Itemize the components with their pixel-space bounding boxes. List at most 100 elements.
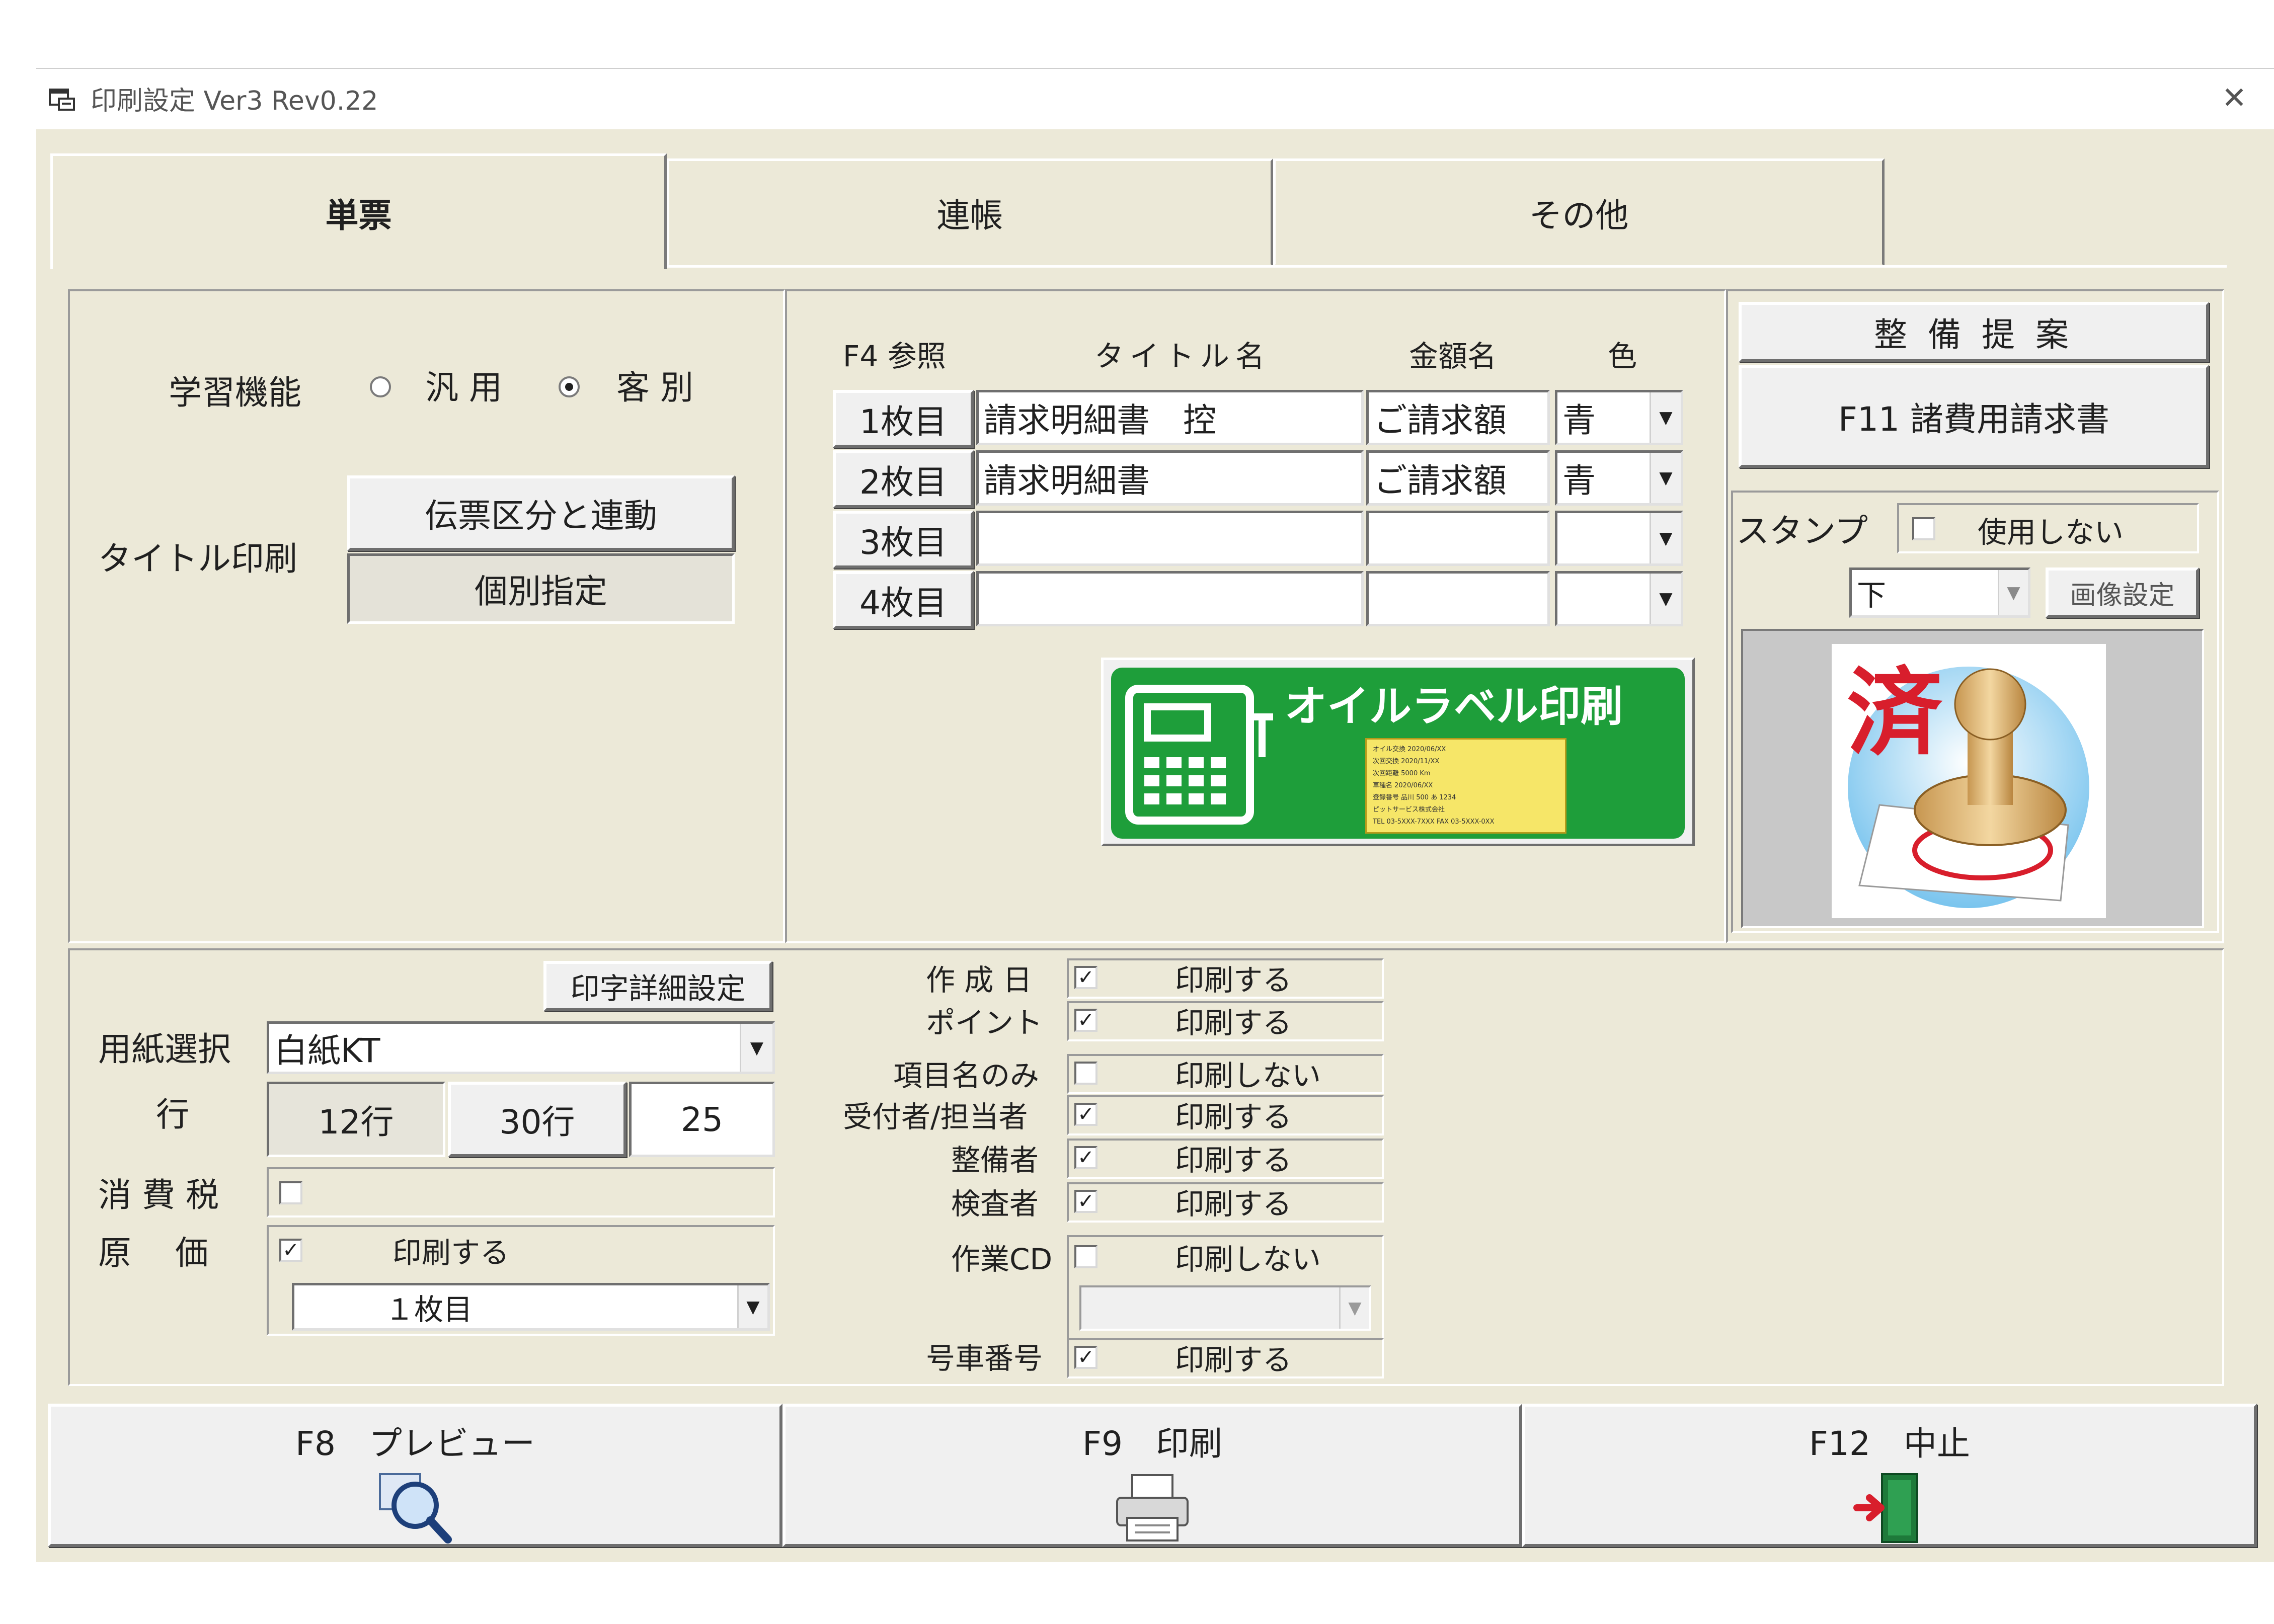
title-input-1[interactable]: 請求明細書 控 [976,390,1364,445]
color-select-4[interactable]: ▼ [1555,571,1683,626]
print-item-state: 印刷する [1175,1342,1292,1377]
sheet-3-button[interactable]: 3枚目 [833,511,974,569]
amount-input-1[interactable]: ご請求額 [1366,390,1550,445]
sheet-4-button[interactable]: 4枚目 [833,571,974,629]
color-select-2[interactable]: 青 ▼ [1555,450,1683,506]
print-item-checkbox[interactable]: ✓ [1074,1103,1097,1126]
rows-12-label: 12行 [318,1103,394,1142]
chevron-down-icon[interactable]: ▼ [1650,574,1681,624]
cost-print-label: 印刷する [393,1236,510,1270]
tax-checkbox[interactable] [279,1181,302,1204]
individual-button-label: 個別指定 [475,572,607,611]
oil-label-card: オイル交換 2020/06/XX 次回交換 2020/11/XX 次回距離 50… [1365,738,1566,834]
rows-input[interactable]: 25 [629,1082,775,1157]
sheet-1-button[interactable]: 1枚目 [833,390,974,448]
app-icon [48,87,76,112]
oil-card-row: ピットサービス株式会社 [1373,806,1445,814]
stamp-use-checkbox[interactable] [1912,517,1935,540]
tab-continuous[interactable]: 連帳 [667,158,1273,267]
magnifier-icon [375,1470,455,1548]
cost-checkbox[interactable]: ✓ [279,1239,302,1262]
paper-label: 用紙選択 [98,1030,231,1069]
cost-sheet-value: １枚目 [385,1292,473,1327]
print-item-checkbox[interactable]: ✓ [1074,1190,1097,1213]
color-select-1[interactable]: 青 ▼ [1555,390,1683,445]
print-item-checkbox[interactable]: ✓ [1074,1346,1097,1369]
link-slip-button[interactable]: 伝票区分と連動 [347,475,735,551]
stamp-label: スタンプ [1736,512,1868,550]
individual-button[interactable]: 個別指定 [347,553,735,624]
stamp-position-select[interactable]: 下 ▼ [1849,567,2030,618]
amount-input-3[interactable] [1366,511,1550,566]
radio-customer[interactable] [559,376,580,397]
rows-30-button[interactable]: 30行 [448,1082,626,1157]
f11-expense-invoice-button[interactable]: F11 諸費用請求書 [1739,365,2209,468]
preview-button[interactable]: F8 プレビュー [48,1404,782,1547]
title-input-4[interactable] [976,571,1364,626]
print-item-label: ポイント [926,1005,1043,1040]
close-icon[interactable]: ✕ [2209,75,2259,121]
print-detail-settings-button[interactable]: 印字詳細設定 [543,961,772,1011]
tab-single-label: 単票 [325,196,392,235]
print-item-label: 検査者 [951,1186,1039,1221]
print-item-label: 作 成 日 [926,962,1032,997]
title-input-3[interactable] [976,511,1364,566]
amount-input-4[interactable] [1366,571,1550,626]
chevron-down-icon[interactable]: ▼ [1339,1287,1369,1329]
print-item-checkbox[interactable] [1074,1062,1097,1085]
oil-card-row: 次回距離 5000 Km [1373,770,1431,777]
exit-door-icon [1852,1470,1927,1548]
printer-icon [1110,1470,1195,1548]
print-item-label: 作業CD [951,1242,1053,1276]
print-item-label: 号車番号 [926,1341,1043,1375]
rows-12-button[interactable]: 12行 [267,1082,445,1157]
print-item-state: 印刷する [1175,1143,1292,1177]
rows-label: 行 [156,1095,189,1134]
print-item-checkbox[interactable] [1074,1245,1097,1268]
print-button[interactable]: F9 印刷 [782,1404,1522,1547]
cancel-label: F12 中止 [1809,1424,1970,1463]
print-item-checkbox[interactable]: ✓ [1074,1009,1097,1032]
oil-label-badge: オイルラベル印刷 オイル交換 2020/06/XX 次回交換 2020/11/X… [1111,668,1685,839]
tab-other[interactable]: その他 [1273,158,1885,267]
chevron-down-icon[interactable]: ▼ [737,1285,767,1328]
image-settings-button[interactable]: 画像設定 [2046,567,2199,618]
print-item-checkbox[interactable]: ✓ [1074,966,1097,989]
sheet-2-button[interactable]: 2枚目 [833,450,974,508]
print-item-state: 印刷する [1175,962,1292,997]
title-input-2[interactable]: 請求明細書 [976,450,1364,506]
chevron-down-icon[interactable]: ▼ [1650,392,1681,443]
color-value-1: 青 [1562,401,1596,440]
header-title: タイトル名 [1094,339,1271,373]
stamp-character: 済 [1847,657,1943,769]
chevron-down-icon[interactable]: ▼ [1998,570,2028,615]
chevron-down-icon[interactable]: ▼ [1650,513,1681,563]
title-print-label: タイトル印刷 [98,539,297,578]
cost-label: 原 価 [98,1234,208,1272]
print-item-state: 印刷しない [1175,1242,1321,1276]
header-amount: 金額名 [1409,339,1497,373]
maintenance-proposal-button[interactable]: 整 備 提 案 [1739,302,2209,362]
register-icon [1122,682,1303,828]
color-select-3[interactable]: ▼ [1555,511,1683,566]
amount-input-2[interactable]: ご請求額 [1366,450,1550,506]
learning-label: 学習機能 [169,373,301,412]
window-title: 印刷設定 Ver3 Rev0.22 [91,86,378,116]
print-item-label: 項目名のみ [893,1058,1040,1093]
chevron-down-icon[interactable]: ▼ [740,1024,772,1072]
oil-label-print-button[interactable]: オイルラベル印刷 オイル交換 2020/06/XX 次回交換 2020/11/X… [1101,658,1695,846]
color-value-2: 青 [1562,461,1596,500]
work-cd-select[interactable]: ▼ [1079,1285,1371,1331]
paper-value: 白紙KT [274,1031,380,1070]
paper-select[interactable]: 白紙KT ▼ [267,1021,775,1074]
print-item-checkbox[interactable]: ✓ [1074,1146,1097,1169]
tax-label: 消 費 税 [98,1176,219,1214]
chevron-down-icon[interactable]: ▼ [1650,453,1681,503]
cancel-button[interactable]: F12 中止 [1522,1404,2257,1547]
tab-single[interactable]: 単票 [50,153,667,269]
radio-general[interactable] [370,376,391,397]
tax-row [267,1167,775,1217]
rows-value: 25 [681,1100,723,1139]
oil-card-row: 次回交換 2020/11/XX [1373,758,1440,765]
cost-sheet-select[interactable]: １枚目 ▼ [292,1283,770,1331]
